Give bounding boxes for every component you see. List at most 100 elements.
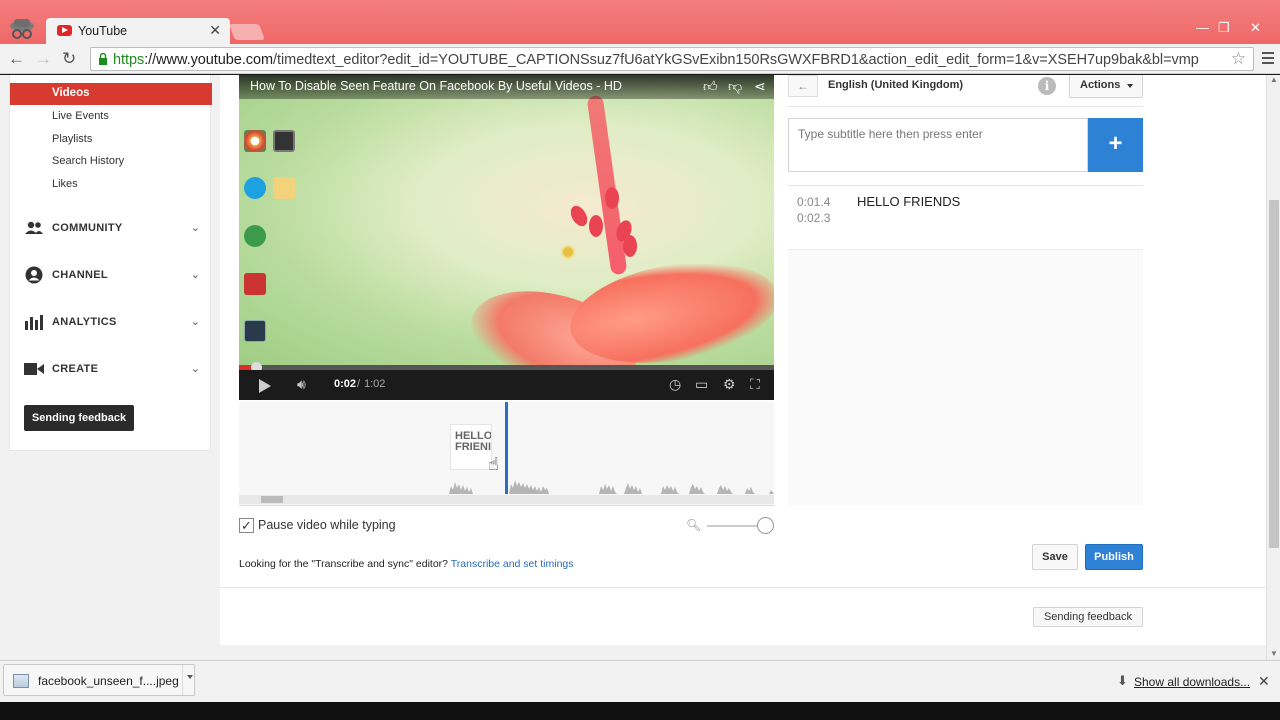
divider [220,587,1266,588]
video-camera-icon [24,363,44,375]
lock-icon [99,53,107,65]
sidebar-section-community[interactable]: COMMUNITY ⌄ [24,218,200,238]
volume-icon[interactable]: 🔊︎ [297,376,306,393]
dropdown-arrow-icon [1127,84,1133,88]
play-icon[interactable] [259,379,271,393]
back-button[interactable]: ← [788,75,818,97]
scroll-down-icon[interactable]: ▼ [1270,649,1278,658]
publish-button[interactable]: Publish [1085,544,1143,570]
folder-icon [273,177,295,199]
restore-icon[interactable]: ❐ [1218,20,1230,36]
save-button[interactable]: Save [1032,544,1078,570]
actions-dropdown[interactable]: Actions [1069,75,1143,98]
image-file-icon [13,674,29,688]
thumbs-down-icon[interactable]: 👎︎ [728,78,742,95]
download-file-name: facebook_unseen_f....jpeg [38,674,179,688]
address-bar[interactable]: https://www.youtube.com/timedtext_editor… [90,47,1254,71]
timeline-scroll-thumb[interactable] [261,496,283,503]
cue-text[interactable]: HELLO FRIENDS [857,194,960,209]
video-title[interactable]: How To Disable Seen Feature On Facebook … [250,79,622,93]
download-item[interactable]: facebook_unseen_f....jpeg [3,664,195,696]
caption-cue-list: 0:01.4 0:02.3 HELLO FRIENDS [788,185,1143,505]
subtitle-input-box[interactable] [788,118,1088,172]
flower-anther [605,187,619,209]
sidebar-section-label: ANALYTICS [52,316,117,328]
sidebar-item-likes[interactable]: Likes [52,178,78,190]
pause-while-typing-label[interactable]: Pause video while typing [258,518,396,532]
download-arrow-icon: ⬇ [1117,673,1128,688]
tab-close-icon[interactable]: ✕ [209,22,221,39]
page-viewport: Videos Live Events Playlists Search Hist… [0,75,1266,660]
skype-icon [244,177,266,199]
youtube-downloader-icon [244,273,266,295]
minimize-icon[interactable]: — [1196,20,1209,35]
forward-arrow-icon[interactable]: → [35,49,52,69]
transcribe-prompt: Looking for the "Transcribe and sync" ed… [239,558,574,570]
close-download-bar-icon[interactable]: ✕ [1258,673,1270,690]
reload-icon[interactable]: ↻ [62,49,76,69]
gear-icon[interactable]: ⚙ [723,376,736,393]
zoom-slider-handle[interactable] [757,517,774,534]
sidebar-item-search-history[interactable]: Search History [52,155,124,167]
cue-start-time[interactable]: 0:01.4 [797,195,830,209]
cue-end-time[interactable]: 0:02.3 [797,211,830,225]
timeline-playhead[interactable] [505,402,508,494]
sidebar-item-label: Videos [52,87,90,99]
sidebar-item-live-events[interactable]: Live Events [52,110,109,122]
video-player[interactable]: How To Disable Seen Feature On Facebook … [239,75,774,400]
account-circle-icon [25,266,43,284]
time-separator: / [357,378,361,390]
browser-tab-strip: YouTube ✕ — ❐ ✕ [0,0,1280,44]
download-shelf: facebook_unseen_f....jpeg ⬇ Show all dow… [0,660,1280,702]
download-menu-button[interactable] [182,665,196,695]
show-all-downloads-link[interactable]: Show all downloads... [1134,675,1250,689]
info-icon[interactable]: i [1038,77,1056,95]
sidebar-section-label: CREATE [52,363,99,375]
lightroom-icon [244,320,266,342]
watch-later-icon[interactable]: ◷ [669,376,681,393]
footer-feedback-button[interactable]: Sending feedback [1033,607,1143,627]
page-scroll-thumb[interactable] [1269,200,1279,548]
timeline-caption-block[interactable]: HELLO FRIENI [450,424,492,470]
browser-menu-icon[interactable] [1262,52,1274,64]
video-title-bar: How To Disable Seen Feature On Facebook … [239,75,774,99]
new-tab-button[interactable] [229,24,265,40]
captions-icon[interactable]: ▭ [695,376,708,393]
sidebar-section-analytics[interactable]: ANALYTICS ⌄ [24,312,200,332]
caption-language: English (United Kingdom) [828,79,964,91]
screen-bottom-edge [0,702,1280,720]
subtitle-input[interactable] [789,119,1087,149]
timeline-caption-text: HELLO FRIENI [455,431,491,453]
page-scrollbar[interactable]: ▲ ▼ [1266,75,1280,660]
caption-editor-panel: How To Disable Seen Feature On Facebook … [220,75,1266,645]
bookmark-star-icon[interactable]: ☆ [1231,49,1246,69]
youtube-favicon-icon [57,25,72,36]
chevron-down-icon: ⌄ [190,316,200,328]
sidebar-item-videos[interactable]: Videos [10,83,212,105]
sidebar-feedback-button[interactable]: Sending feedback [24,405,134,431]
fullscreen-icon[interactable]: ⛶ [750,376,760,393]
sidebar-section-create[interactable]: CREATE ⌄ [24,359,200,379]
transcribe-prompt-text: Looking for the "Transcribe and sync" ed… [239,558,449,570]
flower-anther [567,202,591,230]
sidebar-section-channel[interactable]: CHANNEL ⌄ [24,265,200,285]
pause-while-typing-checkbox[interactable]: ✓ [239,518,254,533]
caption-timeline[interactable]: HELLO FRIENI ☝︎ [239,402,774,506]
back-arrow-icon[interactable]: ← [8,49,25,69]
flower-stamen [586,94,628,276]
desktop-icons [241,85,301,365]
browser-tab-youtube[interactable]: YouTube ✕ [46,18,230,44]
creator-sidebar: Videos Live Events Playlists Search Hist… [9,75,212,451]
caption-cue-row[interactable]: 0:01.4 0:02.3 HELLO FRIENDS [788,186,1143,250]
scroll-up-icon[interactable]: ▲ [1270,75,1278,84]
timeline-scrollbar[interactable] [239,495,774,504]
bar-chart-icon [25,315,43,330]
close-window-icon[interactable]: ✕ [1250,20,1261,36]
sidebar-item-playlists[interactable]: Playlists [52,133,92,145]
transcribe-link[interactable]: Transcribe and set timings [451,558,574,570]
flower-anther [589,215,603,237]
thumbs-up-icon[interactable]: 👍︎ [703,78,718,95]
share-icon[interactable]: ⋖ [754,78,766,95]
add-subtitle-button[interactable]: + [1088,118,1143,172]
current-time: 0:02 [334,378,357,390]
